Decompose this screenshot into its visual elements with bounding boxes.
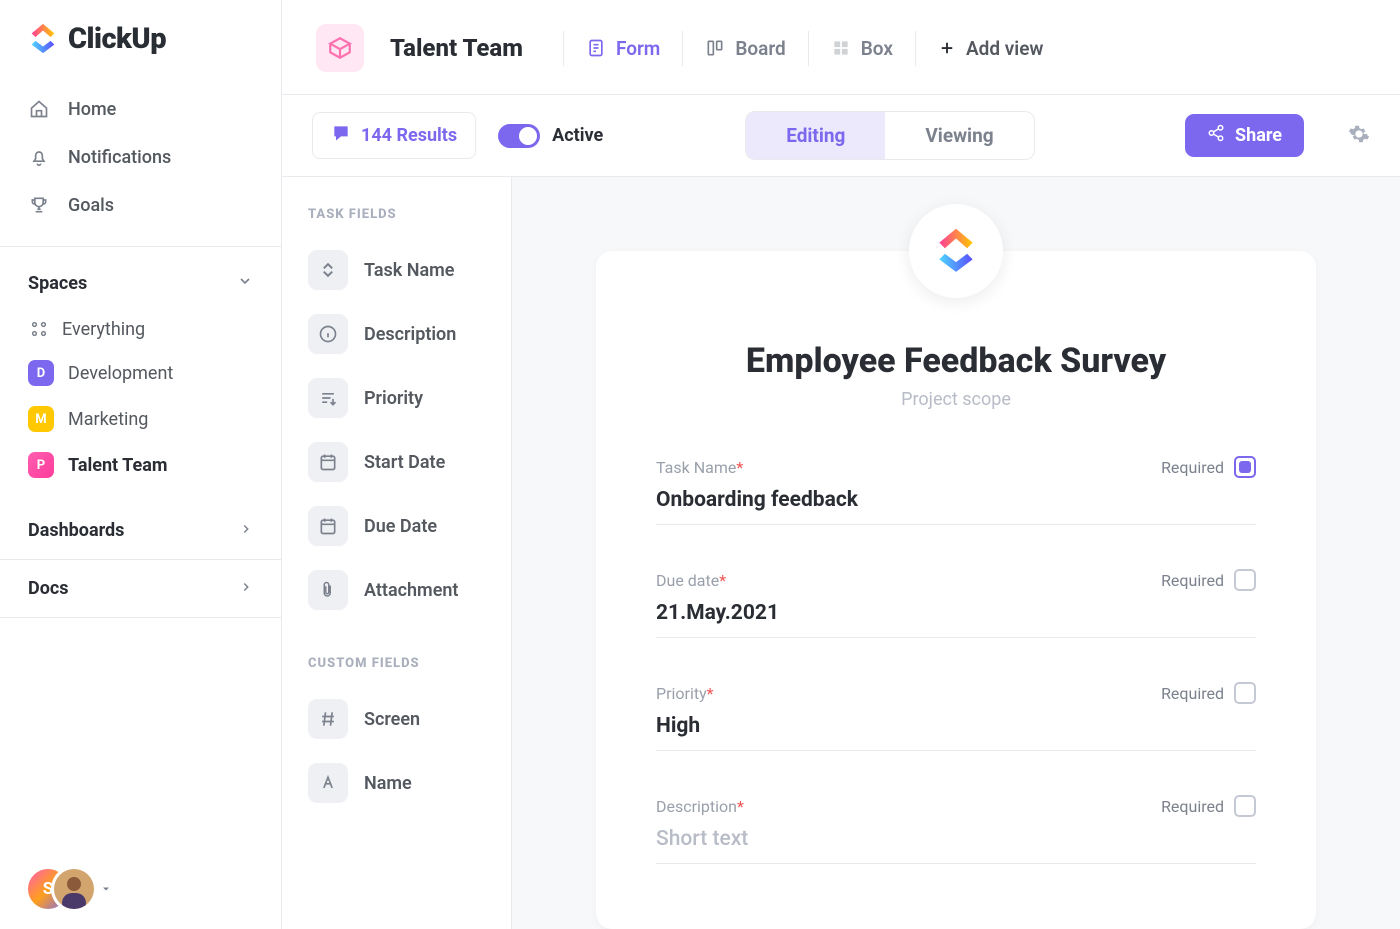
view-tab-board[interactable]: Board [682,31,807,66]
avatar-stack: S [28,869,88,909]
mode-editing[interactable]: Editing [746,112,885,159]
bell-icon [28,146,50,168]
required-checkbox[interactable] [1234,456,1256,478]
required-label: Required [1161,571,1224,590]
hash-icon [308,699,348,739]
required-label: Required [1161,458,1224,477]
user-menu[interactable]: S [0,849,281,929]
results-chip[interactable]: 144 Results [312,112,476,159]
field-value[interactable]: Onboarding feedback [656,488,1256,525]
spaces-header[interactable]: Spaces [0,255,281,308]
active-toggle[interactable] [498,124,540,148]
required-label: Required [1161,797,1224,816]
plus-icon [938,39,956,57]
text-icon [308,763,348,803]
fields-panel: TASK FIELDS Task Name Description [282,177,512,929]
share-button[interactable]: Share [1185,114,1304,157]
nav-home[interactable]: Home [14,86,267,132]
required-checkbox[interactable] [1234,569,1256,591]
form-field-task-name[interactable]: Task Name* Required Onboarding feedback [656,456,1256,525]
main-content: Talent Team Form Board [282,0,1400,929]
space-development[interactable]: D Development [0,350,281,396]
field-label: Description* [656,797,744,816]
nav-notifications[interactable]: Notifications [14,134,267,180]
space-marketing[interactable]: M Marketing [0,396,281,442]
sidebar: ClickUp Home Notifications Goals [0,0,282,929]
space-title: Talent Team [390,34,523,62]
required-checkbox[interactable] [1234,795,1256,817]
view-tab-form[interactable]: Form [563,31,682,66]
space-everything[interactable]: Everything [0,308,281,350]
topbar: Talent Team Form Board [282,0,1400,94]
field-screen[interactable]: Screen [304,691,493,747]
chevron-right-icon [239,578,253,599]
field-value[interactable]: High [656,714,1256,751]
field-due-date[interactable]: Due Date [304,498,493,554]
toolbar: 144 Results Active Editing Viewing Share [282,94,1400,177]
calendar-icon [308,442,348,482]
field-label: Task Name* [656,458,743,477]
task-fields-heading: TASK FIELDS [304,201,493,234]
mode-viewing[interactable]: Viewing [885,112,1033,159]
chevron-right-icon [239,520,253,541]
field-description[interactable]: Description [304,306,493,362]
view-tab-box[interactable]: Box [808,31,915,66]
space-badge: D [28,360,54,386]
field-label: Priority* [656,684,714,703]
form-card: Employee Feedback Survey Project scope T… [596,251,1316,929]
info-icon [308,314,348,354]
caret-down-icon [100,880,112,899]
form-logo[interactable] [909,204,1003,298]
space-badge: M [28,406,54,432]
task-name-icon [308,250,348,290]
attachment-icon [308,570,348,610]
home-icon [28,98,50,120]
nav-dashboards[interactable]: Dashboards [0,502,281,560]
field-name[interactable]: Name [304,755,493,811]
form-field-priority[interactable]: Priority* Required High [656,682,1256,751]
everything-icon [28,318,50,340]
form-icon [586,38,606,58]
nav-docs[interactable]: Docs [0,560,281,618]
field-value[interactable]: 21.May.2021 [656,601,1256,638]
avatar [54,869,94,909]
chevron-down-icon [237,273,253,294]
brand-name: ClickUp [68,22,166,56]
mode-segmented: Editing Viewing [745,111,1034,160]
active-label: Active [552,125,603,146]
form-subtitle[interactable]: Project scope [656,389,1256,410]
field-start-date[interactable]: Start Date [304,434,493,490]
field-priority[interactable]: Priority [304,370,493,426]
calendar-icon [308,506,348,546]
field-task-name[interactable]: Task Name [304,242,493,298]
trophy-icon [28,194,50,216]
clickup-logo-icon [28,22,58,56]
form-field-description[interactable]: Description* Required Short text [656,795,1256,864]
board-icon [705,38,725,58]
nav-goals[interactable]: Goals [14,182,267,228]
field-value[interactable]: Short text [656,827,1256,864]
required-label: Required [1161,684,1224,703]
field-label: Due date* [656,571,726,590]
brand-logo[interactable]: ClickUp [0,22,281,78]
form-canvas: Employee Feedback Survey Project scope T… [512,177,1400,929]
custom-fields-heading: CUSTOM FIELDS [304,650,493,683]
space-badge: P [28,452,54,478]
settings-button[interactable] [1348,123,1370,149]
comment-icon [331,123,351,148]
view-tab-add[interactable]: Add view [915,31,1066,66]
required-checkbox[interactable] [1234,682,1256,704]
box-icon [831,38,851,58]
space-icon[interactable] [316,24,364,72]
field-attachment[interactable]: Attachment [304,562,493,618]
form-field-due-date[interactable]: Due date* Required 21.May.2021 [656,569,1256,638]
share-icon [1207,124,1225,147]
priority-icon [308,378,348,418]
space-talent-team[interactable]: P Talent Team [0,442,281,488]
